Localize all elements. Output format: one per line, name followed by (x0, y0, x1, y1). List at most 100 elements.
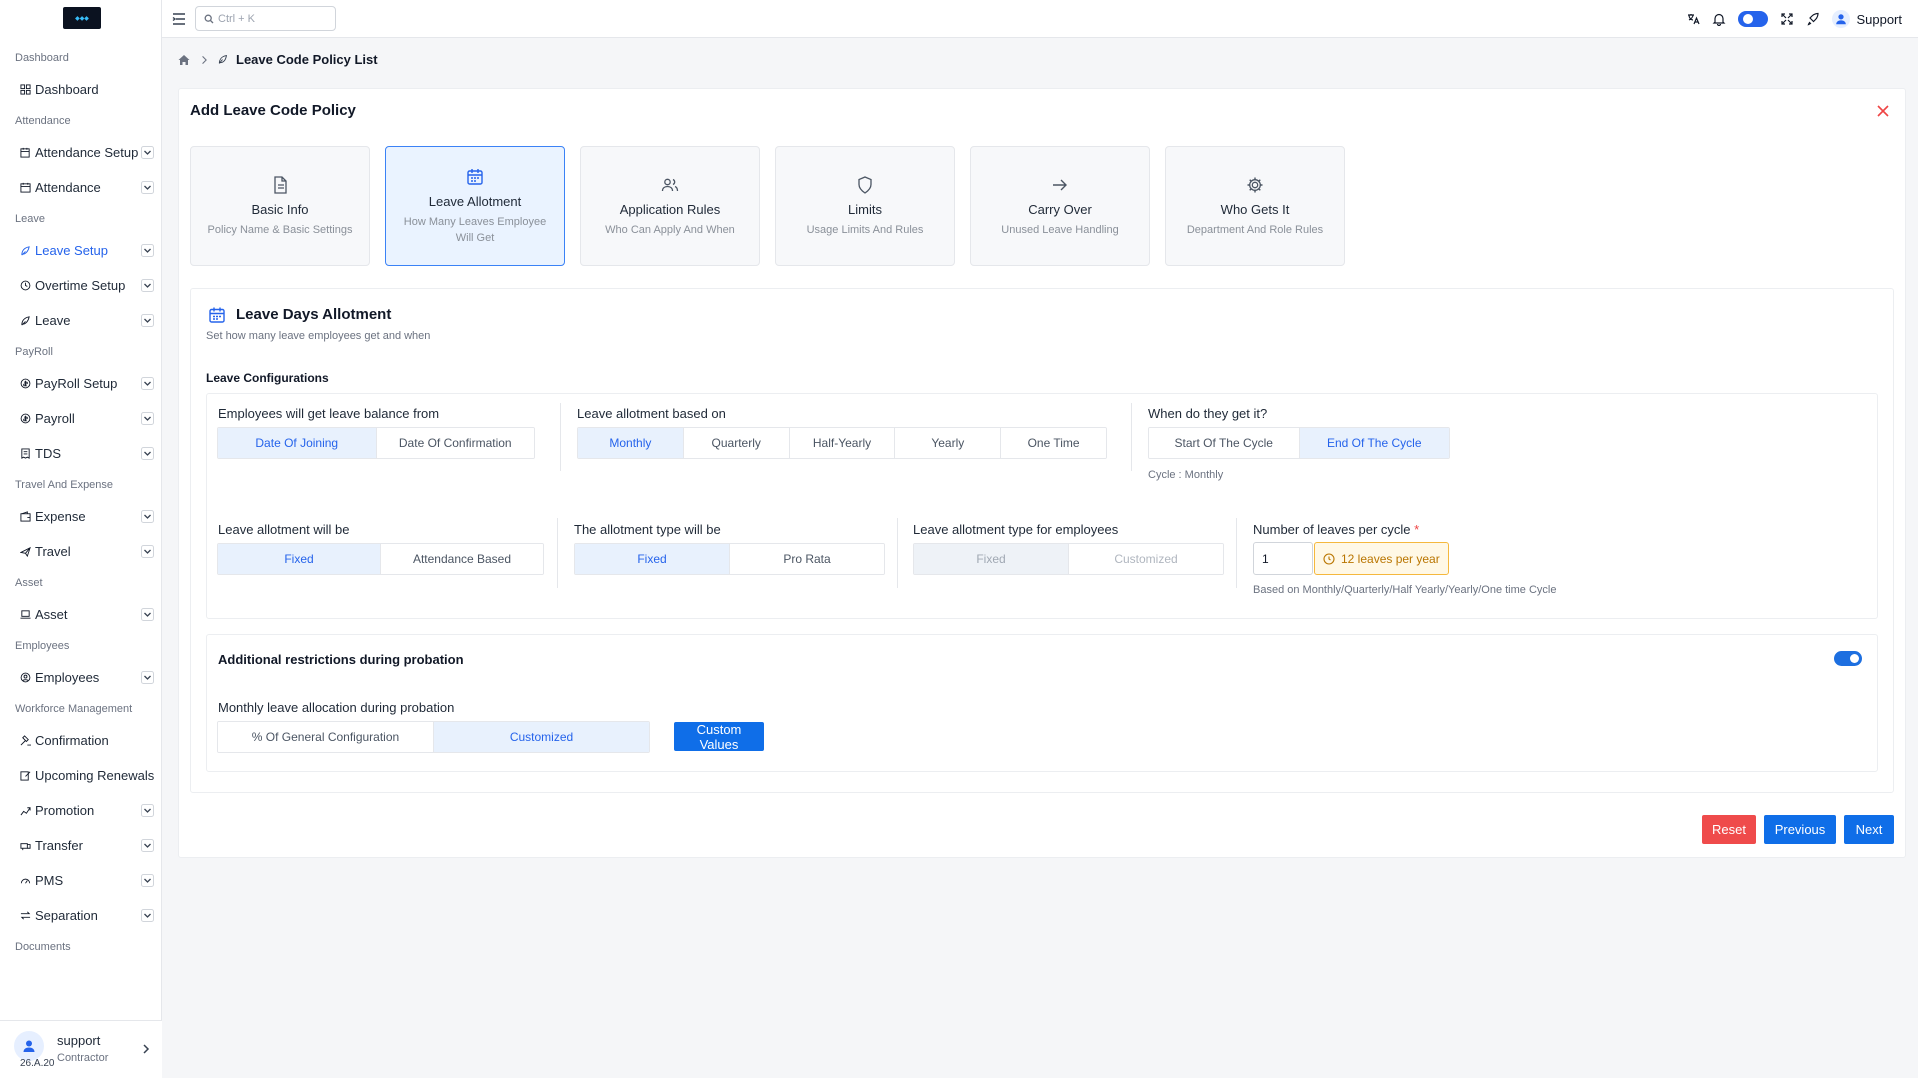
option-date-of-joining[interactable]: Date Of Joining (218, 428, 377, 458)
theme-toggle[interactable] (1738, 11, 1769, 27)
rocket-icon[interactable] (1806, 12, 1820, 26)
balance-from-segmented: Date Of Joining Date Of Confirmation (217, 427, 535, 459)
chevron-down-icon[interactable] (141, 608, 154, 621)
custom-values-button[interactable]: Custom Values (674, 722, 764, 752)
sidebar-item-payroll[interactable]: Payroll (0, 401, 162, 436)
option-fixed[interactable]: Fixed (575, 544, 730, 574)
option-pro-rata[interactable]: Pro Rata (730, 544, 884, 574)
sidebar-user-card[interactable]: support Contractor 26.A.20 (0, 1020, 162, 1078)
option-fixed[interactable]: Fixed (218, 544, 381, 574)
clock-icon (19, 280, 31, 292)
sidebar-item-attendance-setup[interactable]: Attendance Setup (0, 135, 162, 170)
chevron-down-icon[interactable] (141, 671, 154, 684)
chevron-down-icon[interactable] (141, 874, 154, 887)
translate-icon[interactable] (1686, 12, 1701, 26)
sidebar-item-employees[interactable]: Employees (0, 660, 162, 695)
option-of-general-configuration[interactable]: % Of General Configuration (218, 722, 434, 752)
sidebar-item-asset[interactable]: Asset (0, 597, 162, 632)
option-customized[interactable]: Customized (1069, 544, 1223, 574)
chevron-down-icon[interactable] (141, 909, 154, 922)
search-box[interactable] (195, 6, 336, 31)
step-application-rules[interactable]: Application Rules Who Can Apply And When (580, 146, 760, 266)
chevron-down-icon[interactable] (141, 314, 154, 327)
sidebar-section-leave: Leave (15, 213, 45, 225)
reset-button[interactable]: Reset (1702, 815, 1756, 844)
search-input[interactable] (218, 12, 328, 25)
sidebar-item-transfer[interactable]: Transfer (0, 828, 162, 863)
sidebar-item-payroll-setup[interactable]: PayRoll Setup (0, 366, 162, 401)
option-fixed[interactable]: Fixed (914, 544, 1069, 574)
chevron-down-icon[interactable] (141, 146, 154, 159)
option-quarterly[interactable]: Quarterly (683, 428, 790, 458)
sidebar-section-asset: Asset (15, 577, 43, 589)
bell-icon[interactable] (1712, 12, 1726, 26)
chevron-down-icon[interactable] (141, 412, 154, 425)
chevron-down-icon[interactable] (141, 545, 154, 558)
page-title: Add Leave Code Policy (190, 102, 356, 119)
step-limits[interactable]: Limits Usage Limits And Rules (775, 146, 955, 266)
panel-title: Leave Days Allotment (236, 306, 392, 323)
step-basic-info[interactable]: Basic Info Policy Name & Basic Settings (190, 146, 370, 266)
chevron-down-icon[interactable] (141, 377, 154, 390)
home-icon[interactable] (177, 53, 191, 67)
leaf-icon (218, 54, 228, 64)
plane-icon (19, 546, 31, 558)
money-icon (19, 413, 31, 425)
step-description: Who Can Apply And When (605, 223, 735, 236)
chevron-down-icon[interactable] (141, 510, 154, 523)
chevron-down-icon[interactable] (141, 804, 154, 817)
sidebar-item-attendance[interactable]: Attendance (0, 170, 162, 205)
receipt-icon (19, 448, 31, 460)
user-menu[interactable]: Support (1832, 10, 1902, 28)
sidebar-item-pms[interactable]: PMS (0, 863, 162, 898)
sidebar-item-promotion[interactable]: Promotion (0, 793, 162, 828)
chevron-down-icon[interactable] (141, 181, 154, 194)
option-yearly[interactable]: Yearly (895, 428, 1002, 458)
sidebar-item-overtime-setup[interactable]: Overtime Setup (0, 268, 162, 303)
sidebar-item-expense[interactable]: Expense (0, 499, 162, 534)
option-attendance-based[interactable]: Attendance Based (381, 544, 543, 574)
leave-days-allotment-panel: Leave Days Allotment Set how many leave … (190, 288, 1894, 793)
sidebar-item-label: Overtime Setup (35, 278, 126, 293)
option-date-of-confirmation[interactable]: Date Of Confirmation (376, 428, 534, 458)
step-description: Policy Name & Basic Settings (207, 223, 353, 236)
chevron-down-icon[interactable] (141, 279, 154, 292)
calendar-cog-icon (19, 147, 31, 159)
chevron-down-icon[interactable] (141, 839, 154, 852)
chevron-right-icon[interactable] (140, 1043, 152, 1055)
next-button[interactable]: Next (1844, 815, 1894, 844)
sidebar-item-travel[interactable]: Travel (0, 534, 162, 569)
step-leave-allotment[interactable]: Leave Allotment How Many Leaves Employee … (385, 146, 565, 266)
option-monthly[interactable]: Monthly (578, 428, 684, 458)
sidebar-item-leave[interactable]: Leave (0, 303, 162, 338)
leaves-per-cycle-input[interactable] (1253, 542, 1313, 575)
option-end-of-the-cycle[interactable]: End Of The Cycle (1299, 428, 1449, 458)
step-label: Limits (848, 201, 882, 217)
chevron-down-icon[interactable] (141, 447, 154, 460)
sidebar-item-label: Separation (35, 908, 98, 923)
sidebar-item-upcoming-renewals[interactable]: Upcoming Renewals (0, 758, 162, 793)
probation-toggle[interactable] (1834, 651, 1862, 666)
sidebar-item-separation[interactable]: Separation (0, 898, 162, 933)
sidebar-item-leave-setup[interactable]: Leave Setup (0, 233, 162, 268)
sidebar-item-dashboard[interactable]: Dashboard (0, 72, 162, 107)
option-half-yearly[interactable]: Half-Yearly (789, 428, 896, 458)
menu-toggle-icon[interactable] (172, 12, 186, 26)
option-start-of-the-cycle[interactable]: Start Of The Cycle (1149, 428, 1300, 458)
previous-button[interactable]: Previous (1764, 815, 1836, 844)
breadcrumb: Leave Code Policy List (177, 52, 378, 67)
option-one-time[interactable]: One Time (1001, 428, 1106, 458)
step-carry-over[interactable]: Carry Over Unused Leave Handling (970, 146, 1150, 266)
close-icon[interactable] (1875, 103, 1891, 119)
sidebar-item-tds[interactable]: TDS (0, 436, 162, 471)
fullscreen-icon[interactable] (1780, 12, 1794, 26)
company-logo[interactable]: ◆◆◆ (63, 7, 101, 29)
step-description: Usage Limits And Rules (806, 223, 924, 236)
column-divider (1131, 403, 1132, 471)
chevron-down-icon[interactable] (141, 244, 154, 257)
sidebar-section-travel-and-expense: Travel And Expense (15, 479, 114, 491)
sidebar-item-confirmation[interactable]: Confirmation (0, 723, 162, 758)
step-who-gets-it[interactable]: Who Gets It Department And Role Rules (1165, 146, 1345, 266)
option-customized[interactable]: Customized (434, 722, 649, 752)
step-label: Leave Allotment (428, 193, 522, 209)
